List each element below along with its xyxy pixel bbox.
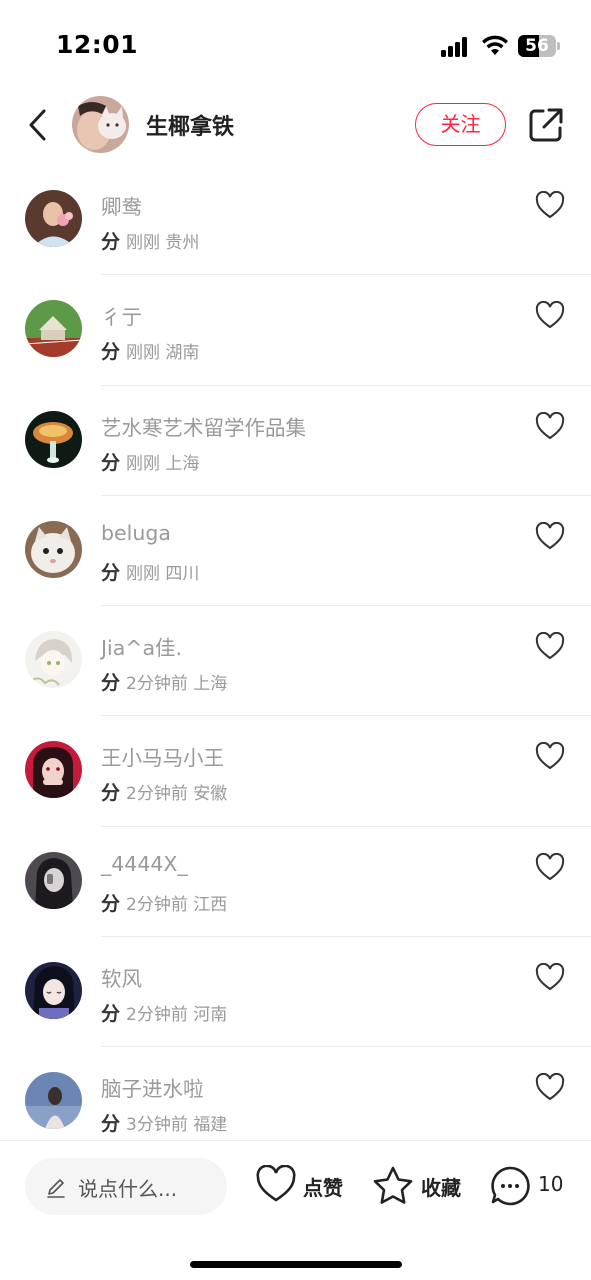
user-name[interactable]: 脑子进水啦: [101, 1072, 204, 1102]
list-item[interactable]: 卿鸯 分刚刚 贵州: [0, 165, 591, 276]
collect-label: 收藏: [421, 1176, 461, 1200]
heart-icon[interactable]: [535, 742, 565, 770]
header: 生椰拿铁 关注: [0, 92, 591, 158]
user-name[interactable]: Jia^a佳.: [101, 631, 182, 661]
bottom-bar: 说点什么... 点赞 收藏 10: [0, 1140, 591, 1280]
action-label: 分: [101, 451, 121, 474]
location-label: 河南: [193, 1005, 228, 1026]
like-label: 点赞: [303, 1176, 343, 1200]
author-name[interactable]: 生椰拿铁: [146, 109, 234, 141]
share-icon[interactable]: [527, 106, 565, 144]
likes-list[interactable]: 卿鸯 分刚刚 贵州 彳亍 分刚刚 湖南 艺水寒艺术留学作品集 分刚刚 上海 be…: [0, 165, 591, 1140]
like-button[interactable]: 点赞: [255, 1163, 350, 1209]
user-name[interactable]: _4444X_: [101, 852, 188, 876]
wifi-icon: [482, 35, 508, 55]
comment-input[interactable]: 说点什么...: [25, 1158, 227, 1215]
star-icon: [373, 1166, 413, 1204]
like-meta: 分刚刚 上海: [101, 448, 199, 475]
battery-percentage: 56: [525, 36, 549, 56]
time-label: 刚刚: [126, 343, 161, 364]
like-meta: 分刚刚 贵州: [101, 227, 199, 254]
user-name[interactable]: 艺水寒艺术留学作品集: [101, 411, 306, 441]
list-item[interactable]: Jia^a佳. 分 2分钟前 上海: [0, 606, 591, 717]
time-label: 2分钟前: [126, 674, 188, 695]
action-label: 分: [101, 672, 121, 695]
like-meta: 分 2分钟前 上海: [101, 668, 227, 695]
avatar[interactable]: [25, 631, 82, 689]
list-item[interactable]: _4444X_ 分 2分钟前 江西: [0, 827, 591, 938]
heart-icon[interactable]: [535, 191, 565, 219]
location-label: 贵州: [165, 233, 200, 253]
heart-icon[interactable]: [535, 632, 565, 660]
user-name[interactable]: 彳亍: [101, 300, 142, 330]
location-label: 福建: [193, 1115, 228, 1136]
list-item[interactable]: 软风 分 2分钟前 河南: [0, 937, 591, 1048]
avatar[interactable]: [25, 1072, 82, 1130]
like-meta: 分 2分钟前 河南: [101, 999, 227, 1026]
like-meta: 分 3分钟前 福建: [101, 1109, 227, 1136]
comment-button[interactable]: 10: [489, 1163, 569, 1209]
time-label: 刚刚: [126, 453, 161, 474]
location-label: 四川: [165, 563, 200, 584]
time-label: 2分钟前: [126, 894, 188, 915]
time-label: 2分钟前: [126, 1005, 188, 1026]
list-item[interactable]: 王小马马小王 分 2分钟前 安徽: [0, 716, 591, 827]
user-name[interactable]: 王小马马小王: [101, 741, 224, 771]
heart-icon[interactable]: [535, 301, 565, 329]
location-label: 上海: [165, 453, 200, 474]
heart-icon[interactable]: [535, 1073, 565, 1101]
pencil-icon: [47, 1179, 65, 1198]
status-bar: 12:01 56: [0, 0, 591, 92]
avatar[interactable]: [25, 410, 82, 468]
action-label: 分: [101, 892, 121, 915]
heart-icon[interactable]: [535, 852, 565, 881]
action-label: 分: [101, 561, 121, 584]
avatar[interactable]: [72, 96, 129, 153]
list-item[interactable]: 艺水寒艺术留学作品集 分刚刚 上海: [0, 386, 591, 496]
like-meta: 分刚刚 四川: [101, 558, 199, 585]
user-name[interactable]: 软风: [101, 962, 142, 992]
follow-button[interactable]: 关注: [415, 103, 506, 146]
location-label: 上海: [193, 674, 228, 695]
comment-icon: [491, 1166, 530, 1206]
list-item[interactable]: beluga 分刚刚 四川: [0, 496, 591, 607]
heart-icon[interactable]: [535, 411, 565, 440]
collect-button[interactable]: 收藏: [371, 1163, 467, 1209]
avatar[interactable]: [25, 851, 82, 909]
list-item[interactable]: 脑子进水啦 分 3分钟前 福建: [0, 1047, 591, 1140]
comment-placeholder: 说点什么...: [78, 1177, 178, 1201]
action-label: 分: [101, 231, 121, 253]
user-name[interactable]: 卿鸯: [101, 190, 142, 220]
location-label: 湖南: [165, 343, 200, 364]
time-label: 3分钟前: [126, 1115, 188, 1136]
time-label: 刚刚: [126, 563, 161, 584]
avatar[interactable]: [25, 520, 82, 578]
action-label: 分: [101, 341, 121, 364]
time-label: 刚刚: [126, 233, 161, 253]
cellular-signal-icon: [441, 37, 473, 57]
location-label: 安徽: [193, 784, 228, 805]
time-label: 2分钟前: [126, 784, 188, 805]
location-label: 江西: [193, 894, 228, 915]
chevron-left-icon[interactable]: [22, 106, 56, 144]
heart-icon[interactable]: [535, 963, 565, 991]
comment-count: 10: [538, 1172, 564, 1196]
status-time: 12:01: [56, 30, 139, 59]
action-label: 分: [101, 1003, 121, 1026]
action-label: 分: [101, 782, 121, 805]
battery-icon: 56: [518, 35, 560, 57]
avatar[interactable]: [25, 741, 82, 799]
like-meta: 分 2分钟前 安徽: [101, 778, 227, 805]
like-meta: 分 2分钟前 江西: [101, 889, 227, 916]
action-label: 分: [101, 1113, 121, 1136]
user-name[interactable]: beluga: [101, 521, 171, 545]
home-indicator[interactable]: [190, 1261, 402, 1268]
heart-icon[interactable]: [535, 521, 565, 550]
like-meta: 分刚刚 湖南: [101, 337, 199, 364]
avatar[interactable]: [25, 300, 82, 358]
avatar[interactable]: [25, 962, 82, 1020]
heart-icon: [256, 1165, 296, 1202]
list-item[interactable]: 彳亍 分刚刚 湖南: [0, 275, 591, 386]
avatar[interactable]: [25, 190, 82, 247]
